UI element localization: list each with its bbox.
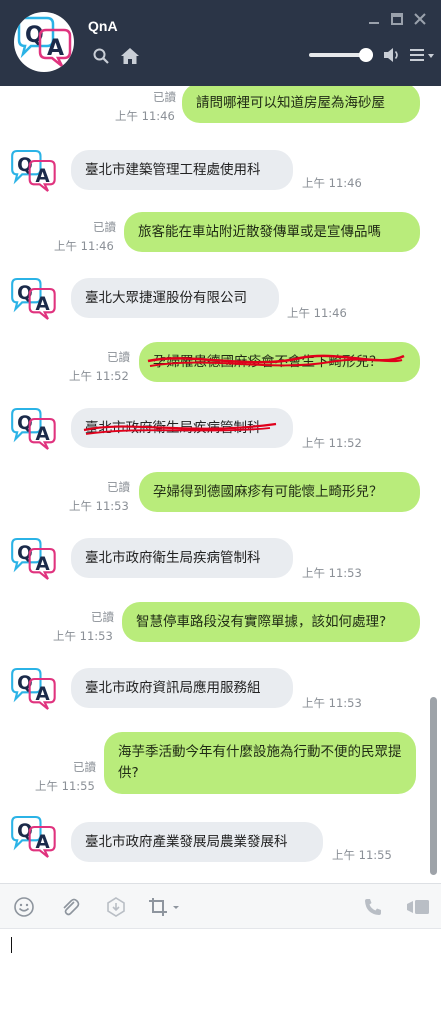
keep-icon[interactable] <box>105 896 127 918</box>
message-bubble[interactable]: 孕婦罹患德國麻疹會不會生下畸形兒？ <box>139 342 420 382</box>
read-receipt: 已讀 <box>107 350 130 364</box>
menu-icon[interactable] <box>408 48 436 62</box>
svg-text:A: A <box>47 36 64 61</box>
read-receipt: 已讀 <box>93 220 116 234</box>
text-cursor <box>11 937 12 953</box>
svg-text:A: A <box>36 684 51 705</box>
qna-avatar[interactable]: Q A <box>8 812 58 862</box>
svg-text:A: A <box>36 554 51 575</box>
message-time: 上午 11:46 <box>115 109 175 123</box>
home-icon[interactable] <box>120 47 140 65</box>
message-time: 上午 11:46 <box>54 239 114 253</box>
qna-avatar[interactable]: Q A <box>8 146 58 196</box>
message-time: 上午 11:55 <box>332 848 392 862</box>
qna-avatar[interactable]: Q A <box>8 404 58 454</box>
message-time: 上午 11:46 <box>302 176 362 190</box>
svg-text:A: A <box>36 166 51 187</box>
svg-text:A: A <box>36 424 51 445</box>
message-time: 上午 11:53 <box>302 566 362 580</box>
qna-logo-icon: Q A <box>11 277 56 320</box>
qna-avatar[interactable]: Q A <box>8 534 58 584</box>
read-receipt: 已讀 <box>91 610 114 624</box>
qna-avatar[interactable]: Q A <box>14 12 74 72</box>
message-bubble[interactable]: 孕婦得到德國麻疹有可能懷上畸形兒？ <box>139 472 420 512</box>
message-time: 上午 11:46 <box>287 306 347 320</box>
qna-logo-icon: Q A <box>17 16 72 67</box>
message-bubble[interactable]: 請問哪裡可以知道房屋為海砂屋 <box>182 86 420 123</box>
crop-icon[interactable] <box>148 896 182 918</box>
qna-logo-icon: Q A <box>11 537 56 580</box>
read-receipt: 已讀 <box>153 90 176 104</box>
message-bubble[interactable]: 臺北市政府衛生局疾病管制科 <box>71 408 293 448</box>
speaker-icon[interactable] <box>383 47 401 63</box>
attach-icon[interactable] <box>59 896 81 918</box>
message-time: 上午 11:53 <box>69 499 129 513</box>
qna-logo-icon: Q A <box>11 407 56 450</box>
message-time: 上午 11:55 <box>35 779 95 793</box>
read-receipt: 已讀 <box>107 480 130 494</box>
minimize-icon[interactable] <box>367 12 381 26</box>
qna-logo-icon: Q A <box>11 667 56 710</box>
message-bubble[interactable]: 臺北市政府產業發展局農業發展科 <box>71 822 323 862</box>
maximize-icon[interactable] <box>390 12 404 26</box>
call-icon[interactable] <box>362 896 384 918</box>
message-time: 上午 11:52 <box>302 436 362 450</box>
qna-avatar[interactable]: Q A <box>8 274 58 324</box>
chat-header: Q A QnA <box>0 0 441 86</box>
svg-text:A: A <box>36 294 51 315</box>
close-icon[interactable] <box>413 12 427 26</box>
message-bubble[interactable]: 智慧停車路段沒有實際單據，該如何處理? <box>122 602 420 642</box>
chat-history[interactable]: 已讀 上午 11:46 請問哪裡可以知道房屋為海砂屋 Q A 臺北市建築管理工程… <box>0 86 441 883</box>
emoji-icon[interactable] <box>13 896 35 918</box>
message-bubble[interactable]: 臺北大眾捷運股份有限公司 <box>71 278 279 318</box>
input-toolbar <box>0 883 441 929</box>
message-bubble[interactable]: 臺北市政府資訊局應用服務組 <box>71 668 293 708</box>
qna-avatar[interactable]: Q A <box>8 664 58 714</box>
message-time: 上午 11:53 <box>302 696 362 710</box>
video-icon[interactable] <box>405 896 431 918</box>
chat-scrollbar[interactable] <box>430 697 437 875</box>
qna-logo-icon: Q A <box>11 815 56 858</box>
search-icon[interactable] <box>93 48 109 64</box>
chat-title: QnA <box>88 18 118 34</box>
message-input[interactable] <box>0 929 441 1030</box>
message-time: 上午 11:53 <box>53 629 113 643</box>
message-bubble[interactable]: 臺北市政府衛生局疾病管制科 <box>71 538 293 578</box>
message-bubble[interactable]: 海芋季活動今年有什麼設施為行動不便的民眾提供? <box>104 732 416 794</box>
volume-knob[interactable] <box>359 48 373 62</box>
svg-text:A: A <box>36 832 51 853</box>
message-time: 上午 11:52 <box>69 369 129 383</box>
message-bubble[interactable]: 旅客能在車站附近散發傳單或是宣傳品嗎 <box>124 212 420 252</box>
read-receipt: 已讀 <box>73 760 96 774</box>
message-bubble[interactable]: 臺北市建築管理工程處使用科 <box>71 150 293 190</box>
qna-logo-icon: Q A <box>11 149 56 192</box>
